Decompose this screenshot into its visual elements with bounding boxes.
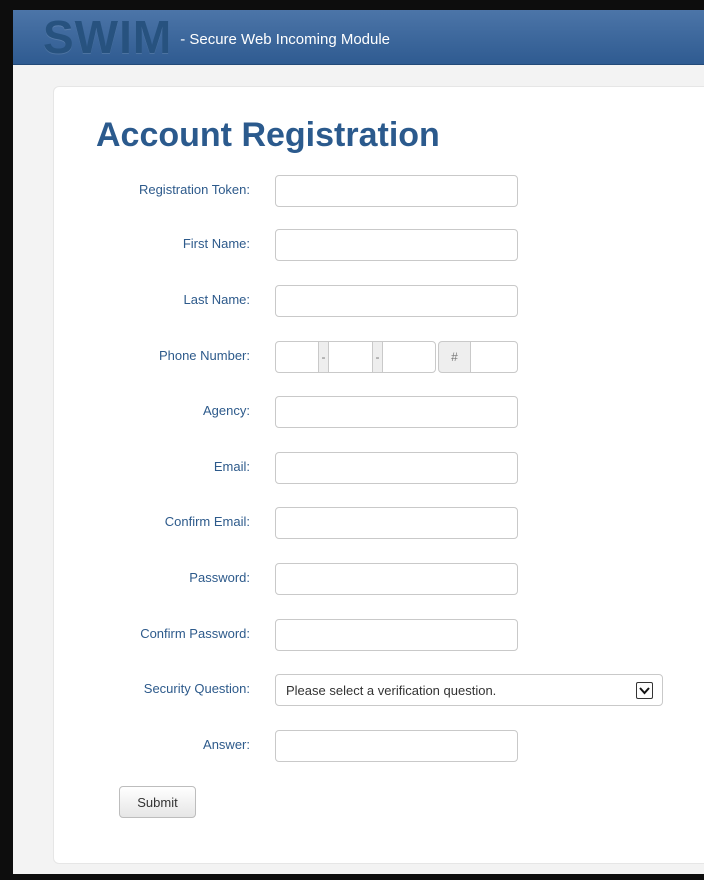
chevron-down-icon[interactable] <box>636 682 653 699</box>
confirm-password-row: Confirm Password: <box>0 619 704 651</box>
phone-extension-input[interactable] <box>470 341 518 373</box>
confirm-email-input[interactable] <box>275 507 518 539</box>
agency-input[interactable] <box>275 396 518 428</box>
phone-number-label: Phone Number: <box>158 348 250 363</box>
email-row: Email: <box>0 452 704 484</box>
first-name-row: First Name: <box>0 229 704 261</box>
password-input[interactable] <box>275 563 518 595</box>
confirm-password-label: Confirm Password: <box>140 626 250 641</box>
page-title: Account Registration <box>96 116 440 154</box>
registration-token-label: Registration Token: <box>138 182 250 197</box>
registration-token-input[interactable] <box>275 175 518 207</box>
chevron-down-icon-svg <box>639 687 650 695</box>
security-question-row: Security Question: Please select a verif… <box>0 674 704 706</box>
app-header: SWIM - Secure Web Incoming Module <box>13 10 704 65</box>
security-question-select[interactable]: Please select a verification question. <box>275 674 663 706</box>
first-name-label: First Name: <box>182 236 250 251</box>
phone-extension-symbol: # <box>438 341 471 373</box>
security-question-label: Security Question: <box>143 681 250 696</box>
password-row: Password: <box>0 563 704 595</box>
phone-line-input[interactable] <box>382 341 436 373</box>
agency-label: Agency: <box>203 403 250 418</box>
registration-token-row: Registration Token: <box>0 175 704 207</box>
answer-label: Answer: <box>203 737 250 752</box>
confirm-password-input[interactable] <box>275 619 518 651</box>
last-name-row: Last Name: <box>0 285 704 317</box>
answer-input[interactable] <box>275 730 518 762</box>
first-name-input[interactable] <box>275 229 518 261</box>
submit-button[interactable]: Submit <box>119 786 196 818</box>
header-subtitle: - Secure Web Incoming Module <box>180 30 391 48</box>
phone-prefix-input[interactable] <box>328 341 373 373</box>
bottom-border <box>0 874 704 880</box>
last-name-input[interactable] <box>275 285 518 317</box>
confirm-email-row: Confirm Email: <box>0 507 704 539</box>
email-label: Email: <box>213 459 250 474</box>
phone-number-row: Phone Number: - - # <box>0 341 704 373</box>
email-input[interactable] <box>275 452 518 484</box>
answer-row: Answer: <box>0 730 704 762</box>
top-border <box>0 0 704 10</box>
password-label: Password: <box>189 570 250 585</box>
swim-logo[interactable]: SWIM <box>43 14 172 60</box>
confirm-email-label: Confirm Email: <box>164 514 250 529</box>
agency-row: Agency: <box>0 396 704 428</box>
security-question-selected-value: Please select a verification question. <box>286 683 497 698</box>
last-name-label: Last Name: <box>183 292 250 307</box>
phone-area-code-input[interactable] <box>275 341 319 373</box>
